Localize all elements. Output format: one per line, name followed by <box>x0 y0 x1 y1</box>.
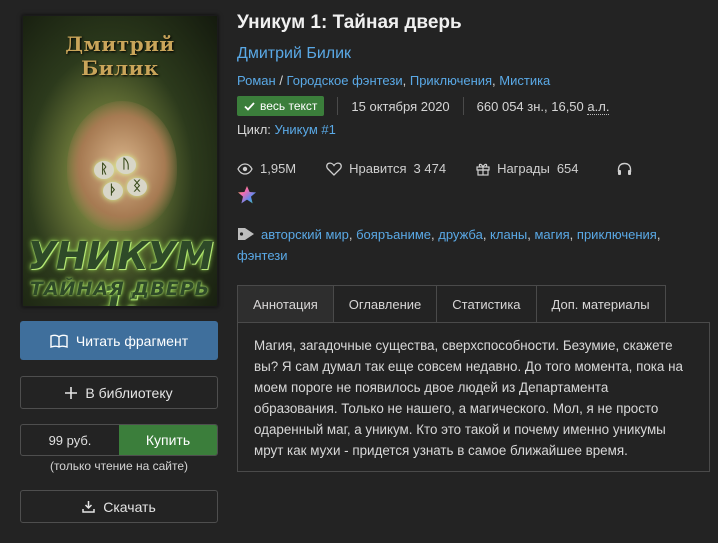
annotation-text: Магия, загадочные существа, сверхспособн… <box>254 338 683 458</box>
genre-link[interactable]: Роман <box>237 73 276 88</box>
headphones-icon <box>617 162 632 176</box>
stats-row: 1,95М Нравится 3 474 Награды 654 <box>237 161 632 176</box>
cover-rune: ᛝ <box>127 178 147 196</box>
cover-rune: ᚦ <box>103 182 123 200</box>
tab-statistics[interactable]: Статистика <box>436 285 536 323</box>
awards-count: 654 <box>556 161 579 176</box>
book-meta: весь текст 15 октября 2020 660 054 зн., … <box>237 96 610 116</box>
book-size: 660 054 зн., 16,50 а.л. <box>476 98 610 115</box>
cover-author-text: Дмитрий Билик <box>65 32 175 80</box>
genre-link[interactable]: Мистика <box>499 73 550 88</box>
cycle-line: Цикл: Уникум #1 <box>237 122 336 137</box>
tag-link[interactable]: авторский мир <box>261 227 349 242</box>
cover-rune: ᚢ <box>116 156 136 174</box>
download-icon <box>82 500 95 513</box>
price-label: 99 руб. <box>48 432 92 448</box>
heart-icon <box>326 162 343 176</box>
likes-count: 3 474 <box>413 161 447 176</box>
book-tabs: Аннотация Оглавление Статистика Доп. мат… <box>237 285 666 323</box>
divider <box>337 97 339 115</box>
tab-annotation[interactable]: Аннотация <box>237 285 333 323</box>
plus-icon <box>65 386 78 399</box>
tag-link[interactable]: дружба <box>438 227 483 242</box>
author-sheets-abbr: а.л. <box>587 98 610 115</box>
tag-link[interactable]: бояръаниме <box>356 227 431 242</box>
tag-link[interactable]: кланы <box>490 227 527 242</box>
check-icon <box>244 101 255 111</box>
views-stat: 1,95М <box>237 161 296 176</box>
divider <box>462 97 464 115</box>
download-label: Скачать <box>103 498 156 515</box>
tag-link[interactable]: магия <box>534 227 569 242</box>
author-link[interactable]: Дмитрий Билик <box>237 45 351 63</box>
likes-label: Нравится <box>349 161 407 176</box>
genres-line: Роман / Городское фэнтези, Приключения, … <box>237 73 551 88</box>
status-badge-label: весь текст <box>260 99 318 113</box>
awards-label: Награды <box>497 161 550 176</box>
likes-stat[interactable]: Нравится 3 474 <box>326 161 446 176</box>
tag-icon <box>237 227 255 241</box>
tab-contents[interactable]: Оглавление <box>332 285 437 323</box>
buy-box: 99 руб. Купить <box>20 424 218 456</box>
genre-link[interactable]: Городское фэнтези <box>287 73 403 88</box>
book-size-value: 660 054 зн., 16,50 <box>476 98 584 114</box>
read-fragment-button[interactable]: Читать фрагмент <box>20 321 218 360</box>
add-to-library-button[interactable]: В библиотеку <box>20 376 218 409</box>
book-open-icon <box>50 334 68 348</box>
download-button[interactable]: Скачать <box>20 490 218 523</box>
awards-stat[interactable]: Награды 654 <box>476 161 579 176</box>
tags-block: авторский мир, бояръаниме, дружба, кланы… <box>237 227 661 263</box>
cycle-link[interactable]: Уникум #1 <box>275 122 336 137</box>
buy-note: (только чтение на сайте) <box>49 459 189 473</box>
book-title: Уникум 1: Тайная дверь <box>237 12 462 33</box>
audiobook-stat[interactable] <box>617 162 632 176</box>
add-to-library-label: В библиотеку <box>85 384 173 401</box>
star-award-icon[interactable] <box>237 185 257 205</box>
status-badge: весь текст <box>237 96 325 116</box>
eye-icon <box>237 162 253 175</box>
views-count: 1,95М <box>260 161 297 176</box>
tag-link[interactable]: приключения <box>577 227 657 242</box>
cover-title-line2: ТАЙНАЯ ДВЕРЬ <box>29 278 211 300</box>
publish-date: 15 октября 2020 <box>351 98 450 114</box>
book-cover[interactable]: Дмитрий Билик ᚱ ᚢ ᚦ ᛝ УНИКУМ 1: ТАЙНАЯ Д… <box>22 15 218 307</box>
read-fragment-label: Читать фрагмент <box>75 332 189 349</box>
buy-button[interactable]: Купить <box>119 425 217 455</box>
tag-link[interactable]: фэнтези <box>237 248 287 263</box>
genre-separator: / <box>279 73 287 88</box>
genre-link[interactable]: Приключения <box>410 73 492 88</box>
annotation-panel: Магия, загадочные существа, сверхспособн… <box>237 322 710 472</box>
cover-rune: ᚱ <box>94 161 114 179</box>
cycle-label: Цикл: <box>237 122 271 137</box>
gift-icon <box>476 162 490 176</box>
tab-extra-materials[interactable]: Доп. материалы <box>535 285 666 323</box>
